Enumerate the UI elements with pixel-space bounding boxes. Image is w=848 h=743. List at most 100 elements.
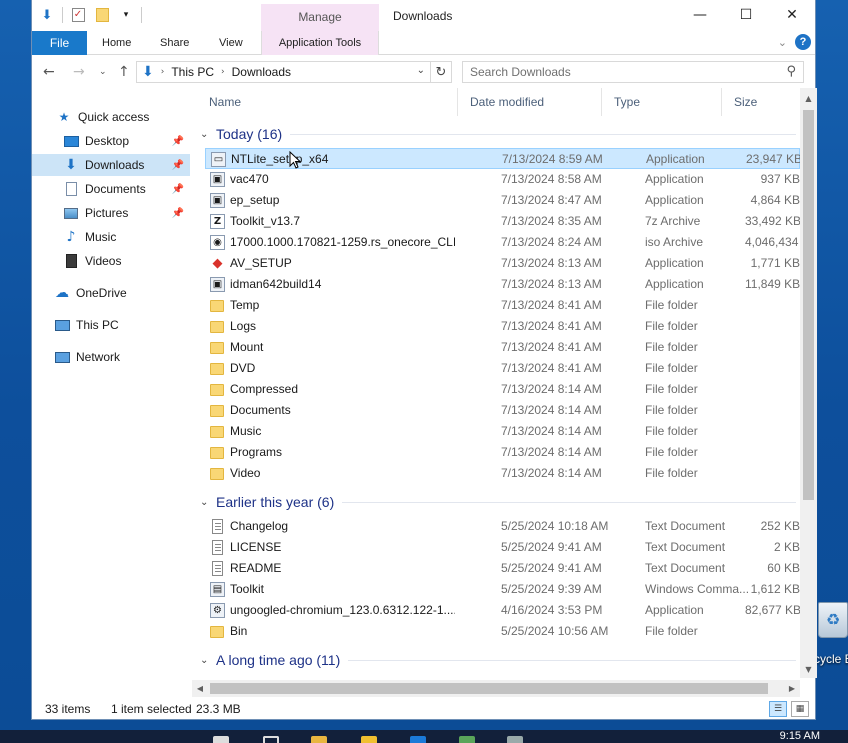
properties-icon[interactable]: ✓ (69, 6, 87, 24)
sidebar-item-onedrive[interactable]: ☁ OneDrive (32, 282, 190, 304)
breadcrumb-downloads[interactable]: Downloads (232, 65, 291, 79)
manage-contextual-tab[interactable]: Manage (261, 4, 379, 31)
file-row[interactable]: ◉ 17000.1000.170821-1259.rs_onecore_CLIE.… (205, 232, 800, 253)
sidebar-item-desktop[interactable]: Desktop 📌 (32, 130, 190, 152)
file-row[interactable]: Z Toolkit_v13.7 7/13/2024 8:35 AM 7z Archiv… (205, 211, 800, 232)
search-icon[interactable]: ⚲ (786, 64, 796, 79)
help-icon[interactable]: ? (795, 34, 811, 50)
file-row[interactable]: Documents 7/13/2024 8:14 AM File folder (205, 400, 800, 421)
file-row[interactable]: ⚙ ungoogled-chromium_123.0.6312.122-1....… (205, 600, 800, 621)
breadcrumb-separator-icon[interactable]: › (161, 67, 165, 77)
sidebar-item-videos[interactable]: Videos (32, 250, 190, 272)
collapse-chevron-icon[interactable]: ⌄ (200, 497, 212, 508)
pinned-app-2-taskbar-icon[interactable] (459, 736, 475, 743)
close-button[interactable]: ✕ (769, 0, 815, 30)
pin-icon[interactable]: 📌 (172, 136, 184, 147)
search-input[interactable] (470, 65, 770, 79)
qat-customize-icon[interactable]: ▾ (117, 6, 135, 24)
tab-application-tools[interactable]: Application Tools (261, 31, 379, 55)
scroll-down-arrow-icon[interactable]: ▼ (800, 662, 817, 678)
file-row[interactable]: Changelog 5/25/2024 10:18 AM Text Document… (205, 516, 800, 537)
search-box[interactable]: ⚲ (462, 61, 804, 83)
ribbon-expand-chevron-icon[interactable]: ⌄ (778, 36, 787, 49)
taskbar-clock[interactable]: 9:15 AM (780, 730, 820, 742)
column-header-date-modified[interactable]: Date modified (457, 88, 599, 116)
group-header-earlier-this-year[interactable]: ⌄ Earlier this year (6) (197, 490, 800, 514)
group-header-a-long-time-ago[interactable]: ⌄ A long time ago (11) (197, 648, 800, 672)
tab-home[interactable]: Home (90, 31, 143, 55)
recycle-bin-shortcut[interactable]: ♻ cycle B (812, 600, 848, 670)
pin-icon[interactable]: 📌 (172, 208, 184, 219)
breadcrumb-separator-icon[interactable]: › (221, 67, 225, 77)
file-type-cell: Text Document (645, 561, 726, 575)
sidebar-item-network[interactable]: Network (32, 346, 190, 368)
address-dropdown-icon[interactable]: ⌄ (417, 65, 425, 76)
sidebar-item-music[interactable]: ♪ Music (32, 226, 190, 248)
back-arrow-icon[interactable]: ← (43, 64, 55, 80)
minimize-button[interactable]: — (677, 0, 723, 30)
sidebar-item-this-pc[interactable]: This PC (32, 314, 190, 336)
file-type-cell: Application (645, 256, 704, 270)
details-view-button[interactable]: ☰ (769, 701, 787, 717)
column-header-name[interactable]: Name (197, 88, 467, 116)
scroll-up-arrow-icon[interactable]: ▲ (800, 91, 817, 107)
mouse-cursor-icon (289, 151, 301, 169)
forward-arrow-icon[interactable]: → (73, 64, 85, 80)
sidebar-item-downloads[interactable]: ⬇ Downloads 📌 (32, 154, 190, 176)
refresh-button[interactable]: ↻ (430, 61, 452, 83)
group-header-today[interactable]: ⌄ Today (16) (197, 122, 800, 146)
file-name-cell: Music (230, 424, 262, 438)
file-row[interactable]: ▤ Toolkit 5/25/2024 9:39 AM Windows Comma..… (205, 579, 800, 600)
large-icons-view-button[interactable]: ▦ (791, 701, 809, 717)
tab-file[interactable]: File (32, 31, 87, 55)
horizontal-scrollbar[interactable]: ◀ ▶ (192, 680, 800, 697)
file-row[interactable]: ▣ ep_setup 7/13/2024 8:47 AM Application 4,8… (205, 190, 800, 211)
folder-icon (210, 363, 224, 375)
recent-locations-chevron-icon[interactable]: ⌄ (99, 67, 107, 77)
file-row[interactable]: Programs 7/13/2024 8:14 AM File folder (205, 442, 800, 463)
file-row[interactable]: Bin 5/25/2024 10:56 AM File folder (205, 621, 800, 642)
file-type-cell: File folder (645, 361, 698, 375)
sidebar-item-documents[interactable]: Documents 📌 (32, 178, 190, 200)
scroll-left-arrow-icon[interactable]: ◀ (192, 680, 208, 697)
file-row[interactable]: LICENSE 5/25/2024 9:41 AM Text Document 2 K… (205, 537, 800, 558)
file-row[interactable]: Mount 7/13/2024 8:41 AM File folder (205, 337, 800, 358)
file-row[interactable]: ◆ AV_SETUP 7/13/2024 8:13 AM Application 1,7… (205, 253, 801, 274)
file-row[interactable]: Video 7/13/2024 8:14 AM File folder (205, 463, 800, 484)
address-bar[interactable]: ⬇ › This PC › Downloads ⌄ (136, 61, 452, 83)
vertical-scrollbar[interactable]: ▲ ▼ (800, 88, 817, 678)
column-header-type[interactable]: Type (601, 88, 719, 116)
file-row[interactable]: Music 7/13/2024 8:14 AM File folder (205, 421, 800, 442)
file-row[interactable]: DVD 7/13/2024 8:41 AM File folder (205, 358, 800, 379)
file-row[interactable]: Compressed 7/13/2024 8:14 AM File folder (205, 379, 800, 400)
start-icon[interactable] (213, 736, 229, 743)
maximize-button[interactable]: ☐ (723, 0, 769, 30)
file-row[interactable]: Temp 7/13/2024 8:41 AM File folder (205, 295, 800, 316)
pin-icon[interactable]: 📌 (172, 160, 184, 171)
sidebar-item-pictures[interactable]: Pictures 📌 (32, 202, 190, 224)
column-header-size[interactable]: Size (721, 88, 800, 116)
collapse-chevron-icon[interactable]: ⌄ (200, 129, 212, 140)
horizontal-scrollbar-thumb[interactable] (210, 683, 768, 694)
search-taskbar-icon[interactable] (263, 736, 279, 743)
file-row[interactable]: ▣ idman642build14 7/13/2024 8:13 AM Applica… (205, 274, 800, 295)
pinned-app-taskbar-icon[interactable] (361, 736, 377, 743)
vertical-scrollbar-thumb[interactable] (803, 110, 814, 500)
sidebar-item-quick-access[interactable]: ★ Quick access (32, 106, 190, 128)
file-row[interactable]: Logs 7/13/2024 8:41 AM File folder (205, 316, 800, 337)
breadcrumb-this-pc[interactable]: This PC (171, 65, 214, 79)
file-name-cell: NTLite_setup_x64 (231, 152, 329, 166)
tab-view[interactable]: View (207, 31, 255, 55)
pin-icon[interactable]: 📌 (172, 184, 184, 195)
collapse-chevron-icon[interactable]: ⌄ (200, 655, 212, 666)
file-explorer-taskbar-icon[interactable] (311, 736, 327, 743)
new-folder-icon[interactable] (93, 6, 111, 24)
tab-share[interactable]: Share (148, 31, 201, 55)
file-row[interactable]: ▣ vac470 7/13/2024 8:58 AM Application 937 K… (205, 169, 800, 190)
up-arrow-icon[interactable]: ↑ (118, 64, 130, 80)
file-row[interactable]: README 5/25/2024 9:41 AM Text Document 60 K… (205, 558, 800, 579)
download-arrow-icon[interactable]: ⬇ (38, 6, 56, 24)
edge-taskbar-icon[interactable] (410, 736, 426, 743)
scroll-right-arrow-icon[interactable]: ▶ (784, 680, 800, 697)
pinned-app-3-taskbar-icon[interactable] (507, 736, 523, 743)
